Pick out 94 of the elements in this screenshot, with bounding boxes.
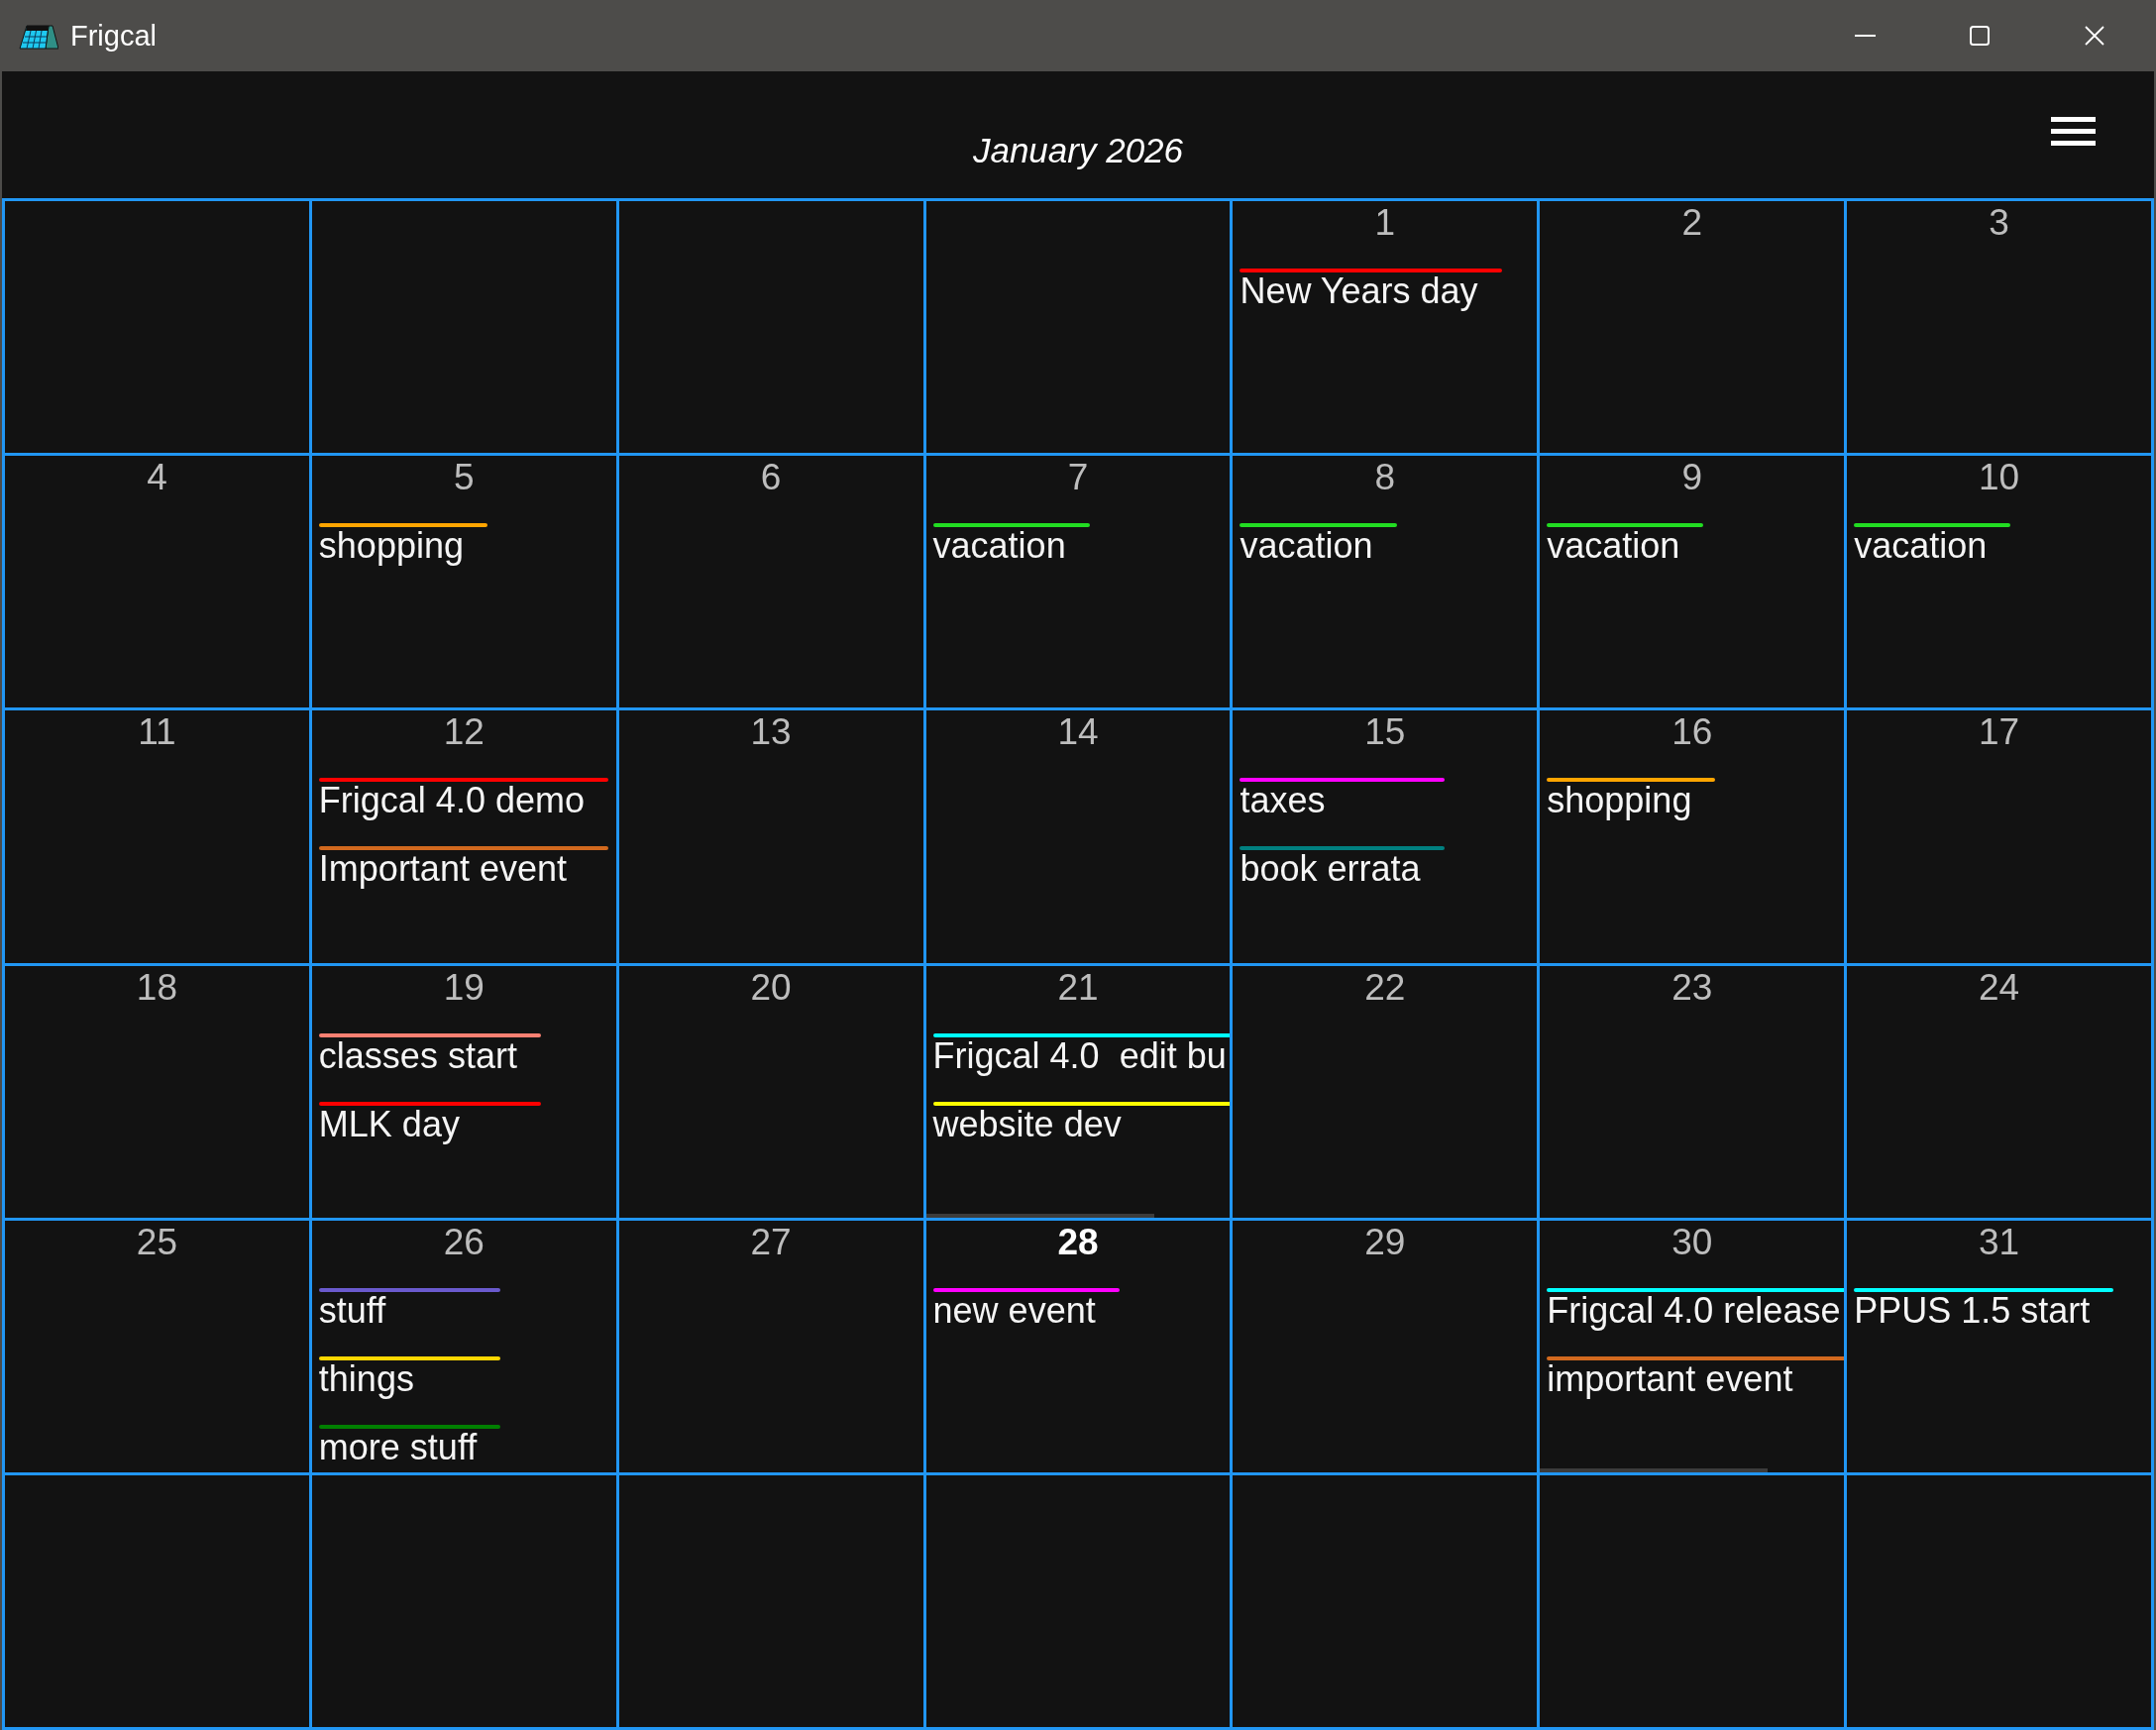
event-title[interactable]: important event — [1547, 1359, 1793, 1398]
day-cell[interactable]: 23 — [1540, 965, 1845, 1218]
day-number: 25 — [135, 1220, 178, 1264]
day-number: 7 — [1066, 456, 1090, 500]
event-title[interactable]: Frigcal 4.0 edit bu — [932, 1036, 1227, 1075]
day-cell[interactable]: 4 — [5, 456, 309, 708]
scrollbar-thumb[interactable] — [925, 1213, 1154, 1218]
day-number: 30 — [1671, 1220, 1714, 1264]
close-icon — [2085, 26, 2104, 46]
day-number: 21 — [1056, 965, 1100, 1010]
day-cell[interactable]: 28 new event — [925, 1220, 1231, 1472]
calendar-icon — [19, 22, 58, 50]
window-title: Frigcal — [70, 19, 157, 54]
day-cell[interactable]: 12 Frigcal 4.0 demo Important event — [311, 710, 616, 963]
event-title[interactable]: MLK day — [318, 1105, 460, 1143]
day-number: 9 — [1680, 456, 1703, 500]
day-number: 18 — [135, 965, 178, 1010]
day-number: 29 — [1363, 1220, 1407, 1264]
event-title[interactable]: stuff — [318, 1291, 386, 1330]
day-number: 31 — [1978, 1220, 2021, 1264]
event-title[interactable]: book errata — [1240, 850, 1421, 889]
event-title[interactable]: website dev — [932, 1105, 1122, 1143]
maximize-icon — [1970, 26, 1990, 46]
day-cell[interactable]: 31 PPUS 1.5 start — [1847, 1220, 2151, 1472]
day-cell[interactable]: 11 — [5, 710, 309, 963]
day-cell[interactable]: 14 — [925, 710, 1231, 963]
day-cell[interactable]: 18 — [5, 965, 309, 1218]
event-title[interactable]: vacation — [1854, 527, 1988, 566]
day-cell[interactable]: 8 vacation — [1233, 456, 1538, 708]
day-number: 4 — [146, 456, 168, 500]
day-number: 3 — [1988, 201, 2010, 245]
day-number: 11 — [137, 710, 177, 755]
day-cell[interactable]: 20 — [618, 965, 923, 1218]
day-number: 20 — [749, 965, 793, 1010]
day-cell[interactable]: 5 shopping — [311, 456, 616, 708]
day-cell[interactable]: 19 classes start MLK day — [311, 965, 616, 1218]
day-cell[interactable]: 6 — [618, 456, 923, 708]
event-title[interactable]: vacation — [1240, 527, 1373, 566]
event-title[interactable]: New Years day — [1240, 272, 1478, 310]
day-number: 13 — [749, 710, 793, 755]
day-number: 15 — [1363, 710, 1407, 755]
day-cell[interactable]: 27 — [618, 1220, 923, 1472]
day-cell[interactable]: 30 Frigcal 4.0 release important event — [1540, 1220, 1845, 1472]
day-number: 28 — [1056, 1220, 1100, 1264]
day-number: 1 — [1373, 201, 1397, 245]
event-title[interactable]: classes start — [318, 1036, 517, 1075]
day-cell[interactable]: 16 shopping — [1540, 710, 1845, 963]
event-title[interactable]: taxes — [1240, 782, 1326, 820]
day-cell[interactable]: 15 taxes book errata — [1233, 710, 1538, 963]
day-number: 6 — [759, 456, 783, 500]
day-cell[interactable]: 21 Frigcal 4.0 edit bu website dev — [925, 965, 1231, 1218]
day-cell[interactable]: 13 — [618, 710, 923, 963]
event-title[interactable]: Important event — [318, 850, 567, 889]
day-cell[interactable]: 25 — [5, 1220, 309, 1472]
event-title[interactable]: shopping — [1547, 782, 1692, 820]
day-number: 26 — [442, 1220, 485, 1264]
day-number: 5 — [453, 456, 476, 500]
day-cell[interactable]: 24 — [1847, 965, 2151, 1218]
day-cell[interactable]: 1 New Years day — [1233, 201, 1538, 454]
event-title[interactable]: things — [318, 1359, 414, 1398]
event-title[interactable]: new event — [932, 1291, 1096, 1330]
day-cell[interactable]: 10 vacation — [1847, 456, 2151, 708]
day-number: 10 — [1978, 456, 2021, 500]
day-number: 14 — [1056, 710, 1100, 755]
event-title[interactable]: Frigcal 4.0 release — [1547, 1291, 1841, 1330]
day-cell[interactable]: 9 vacation — [1540, 456, 1845, 708]
day-cell[interactable]: 26 stuff things more stuff — [311, 1220, 616, 1472]
event-title[interactable]: vacation — [1547, 527, 1680, 566]
month-title: January 2026 — [972, 130, 1184, 171]
day-number: 12 — [442, 710, 485, 755]
day-cell[interactable]: 7 vacation — [925, 456, 1231, 708]
day-number: 27 — [749, 1220, 793, 1264]
event-title[interactable]: PPUS 1.5 start — [1854, 1291, 2091, 1330]
event-title[interactable]: vacation — [932, 527, 1066, 566]
day-number: 23 — [1671, 965, 1714, 1010]
day-cell[interactable]: 17 — [1847, 710, 2151, 963]
day-cell[interactable]: 29 — [1233, 1220, 1538, 1472]
day-cell[interactable]: 3 — [1847, 201, 2151, 454]
menu-button[interactable] — [2051, 117, 2096, 146]
day-cell[interactable]: 2 — [1540, 201, 1845, 454]
event-title[interactable]: more stuff — [318, 1428, 478, 1466]
minimize-icon — [1854, 35, 1876, 37]
day-number: 22 — [1363, 965, 1407, 1010]
day-number: 16 — [1671, 710, 1714, 755]
day-number: 2 — [1680, 201, 1703, 245]
day-number: 19 — [442, 965, 485, 1010]
event-title[interactable]: Frigcal 4.0 demo — [318, 782, 585, 820]
day-cell[interactable]: 22 — [1233, 965, 1538, 1218]
scrollbar-thumb[interactable] — [1540, 1467, 1769, 1472]
day-number: 24 — [1978, 965, 2021, 1010]
day-number: 17 — [1978, 710, 2021, 755]
event-title[interactable]: shopping — [318, 527, 464, 566]
menu-icon — [2051, 117, 2096, 146]
day-number: 8 — [1373, 456, 1397, 500]
